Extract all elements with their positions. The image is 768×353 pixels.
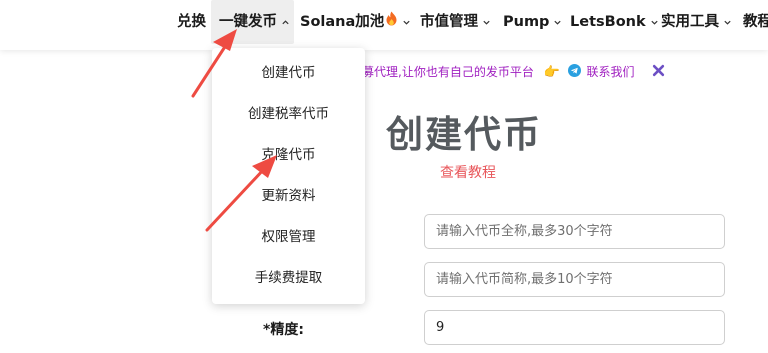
announcement-bar: 招募代理,让你也有自己的发币平台 👉 联系我们 (350, 62, 665, 82)
token-symbol-input[interactable] (424, 262, 725, 297)
view-tutorial-link[interactable]: 查看教程 (440, 162, 496, 182)
decimals-label: *精度: (263, 322, 304, 338)
nav-item-label: LetsBonk (570, 14, 646, 30)
chevron-down-icon (723, 18, 732, 27)
nav-item-label: Solana加池 (300, 14, 385, 30)
nav-item-one-click-token[interactable]: 一键发币 (211, 0, 294, 44)
pointing-hand-icon: 👉 (543, 65, 560, 80)
chevron-down-icon (553, 18, 562, 27)
menu-item-create-tax-token[interactable]: 创建税率代币 (212, 99, 365, 129)
top-navbar: 兑换 一键发币 Solana加池 市值管理 Pump LetsBonk 实用工具… (0, 0, 768, 50)
nav-item-swap[interactable]: 兑换 (177, 0, 206, 44)
nav-item-tools[interactable]: 实用工具 (661, 0, 732, 44)
token-name-input[interactable] (424, 214, 725, 249)
contact-us-link[interactable]: 联系我们 (587, 65, 635, 79)
nav-item-tutorial[interactable]: 教程 (743, 0, 768, 44)
nav-item-label: 兑换 (177, 14, 206, 30)
nav-item-label: 市值管理 (420, 14, 478, 30)
nav-item-solana-pool[interactable]: Solana加池 (300, 0, 411, 44)
one-click-token-dropdown: 创建代币 创建税率代币 克隆代币 更新资料 权限管理 手续费提取 (212, 48, 365, 304)
announcement-text: 招募代理,让你也有自己的发币平台 (350, 65, 534, 79)
nav-item-pump[interactable]: Pump (503, 0, 562, 44)
nav-item-market-cap[interactable]: 市值管理 (420, 0, 491, 44)
menu-item-fee-withdraw[interactable]: 手续费提取 (212, 263, 365, 293)
telegram-icon (567, 63, 581, 83)
nav-item-letsbonk[interactable]: LetsBonk (570, 0, 659, 44)
decimals-input[interactable] (424, 310, 725, 345)
annotation-arrows (191, 29, 277, 232)
chevron-up-icon (281, 18, 290, 27)
menu-item-update-info[interactable]: 更新资料 (212, 181, 365, 211)
nav-item-label: 一键发币 (219, 14, 277, 30)
menu-item-create-token[interactable]: 创建代币 (212, 58, 365, 88)
nav-item-label: Pump (503, 14, 550, 30)
close-icon[interactable] (652, 63, 665, 83)
menu-item-clone-token[interactable]: 克隆代币 (212, 140, 365, 170)
flame-icon (385, 0, 398, 44)
chevron-down-icon (402, 18, 411, 27)
nav-item-label: 实用工具 (661, 14, 719, 30)
menu-item-permission[interactable]: 权限管理 (212, 222, 365, 252)
chevron-down-icon (650, 18, 659, 27)
nav-item-label: 教程 (743, 14, 768, 30)
chevron-down-icon (482, 18, 491, 27)
page-title: 创建代币 (386, 113, 542, 156)
